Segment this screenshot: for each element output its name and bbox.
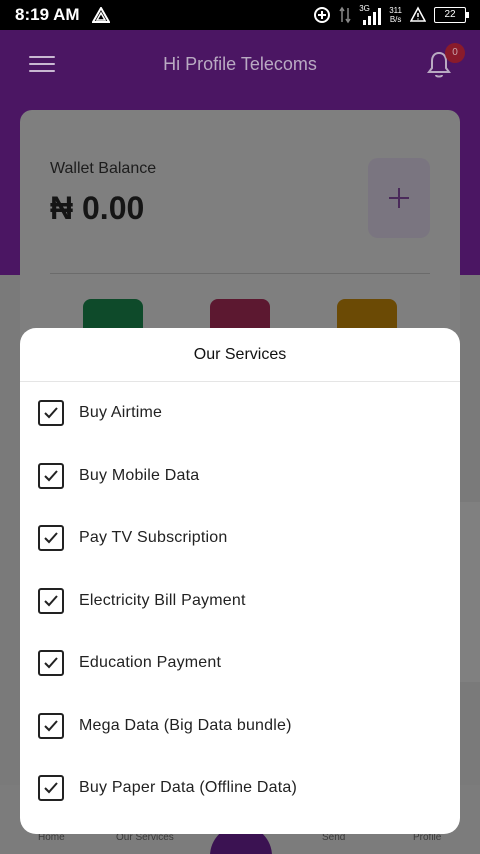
service-item-education[interactable]: Education Payment — [20, 638, 460, 688]
warning-icon — [410, 6, 426, 22]
checkbox-checked-icon[interactable] — [38, 400, 64, 426]
status-bar: 8:19 AM 3G 311 B/s 22 — [0, 0, 480, 30]
service-label: Education Payment — [79, 654, 222, 671]
service-label: Mega Data (Big Data bundle) — [79, 717, 292, 734]
sync-arrows-icon — [339, 6, 351, 24]
notification-badge: 0 — [445, 43, 465, 63]
checkbox-checked-icon[interactable] — [38, 775, 64, 801]
status-time: 8:19 AM — [15, 5, 80, 24]
add-funds-button[interactable] — [368, 158, 430, 238]
service-item-electricity[interactable]: Electricity Bill Payment — [20, 576, 460, 626]
signal-bars-icon: 3G — [359, 5, 382, 25]
wallet-balance-label: Wallet Balance — [50, 160, 157, 177]
wallet-balance-amount: ₦ 0.00 — [50, 190, 145, 226]
checkbox-checked-icon[interactable] — [38, 650, 64, 676]
status-icons: 3G 311 B/s 22 — [313, 5, 469, 25]
service-label: Buy Airtime — [79, 404, 163, 421]
checkbox-checked-icon[interactable] — [38, 463, 64, 489]
dialog-title: Our Services — [20, 328, 460, 382]
checkbox-checked-icon[interactable] — [38, 525, 64, 551]
speed-value: 311 — [389, 6, 402, 15]
speed-unit: B/s — [389, 15, 402, 24]
service-label: Electricity Bill Payment — [79, 592, 246, 609]
checkbox-checked-icon[interactable] — [38, 588, 64, 614]
service-item-mega-data[interactable]: Mega Data (Big Data bundle) — [20, 701, 460, 751]
service-label: Buy Paper Data (Offline Data) — [79, 779, 298, 796]
service-label: Buy Mobile Data — [79, 467, 200, 484]
checkbox-checked-icon[interactable] — [38, 713, 64, 739]
service-item-buy-airtime[interactable]: Buy Airtime — [20, 388, 460, 438]
network-speed: 311 B/s — [389, 6, 402, 24]
service-item-pay-tv[interactable]: Pay TV Subscription — [20, 513, 460, 563]
alert-triangle-icon — [92, 7, 110, 23]
battery-icon: 22 — [434, 7, 469, 23]
app-title: Hi Profile Telecoms — [163, 54, 317, 74]
content-card-edge — [460, 502, 480, 682]
services-dialog: Our Services Buy Airtime Buy Mobile Data… — [20, 328, 460, 834]
service-item-buy-mobile-data[interactable]: Buy Mobile Data — [20, 451, 460, 501]
divider — [50, 273, 430, 274]
battery-level: 22 — [444, 9, 456, 20]
data-saver-icon — [314, 7, 331, 23]
service-label: Pay TV Subscription — [79, 529, 228, 546]
service-item-paper-data[interactable]: Buy Paper Data (Offline Data) — [20, 763, 460, 813]
